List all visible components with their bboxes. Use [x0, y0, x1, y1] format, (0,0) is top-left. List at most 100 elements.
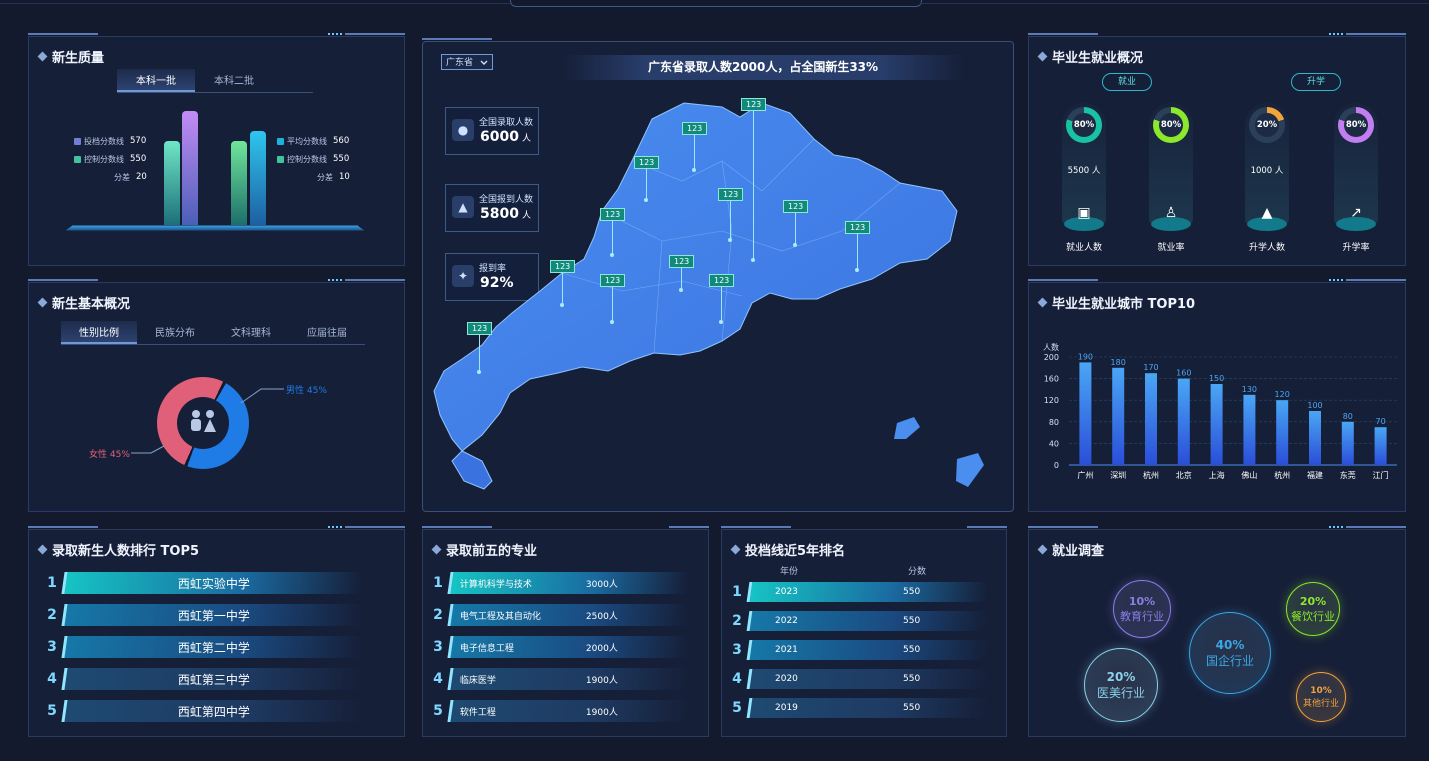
rank-bar: 电气工程及其自动化 2500人: [447, 604, 690, 626]
city-x-label: 江门: [1373, 470, 1389, 480]
major-rank-row[interactable]: 2 电气工程及其自动化 2500人: [427, 604, 690, 626]
city-x-label: 杭州: [1274, 470, 1290, 480]
bubble-label: 教育行业: [1120, 609, 1164, 623]
panel-title: 录取前五的专业: [431, 540, 537, 559]
school-rank-row[interactable]: 1 西虹实验中学: [41, 572, 364, 594]
map-region-island-1[interactable]: [894, 417, 920, 439]
map-region-island-2[interactable]: [956, 453, 984, 487]
school-rank-row[interactable]: 5 西虹第四中学: [41, 700, 364, 722]
school-name: 西虹第二中学: [177, 640, 250, 655]
rank-number: 5: [433, 703, 443, 719]
scoreline-row[interactable]: 1 2023 550: [726, 581, 989, 603]
school-rank-row[interactable]: 3 西虹第二中学: [41, 636, 364, 658]
map-tag-dot: [477, 370, 481, 374]
scoreline-score: 550: [903, 587, 921, 597]
school-rank-row[interactable]: 4 西虹第三中学: [41, 668, 364, 690]
map-tag-stem: [730, 200, 731, 240]
person-chart-icon: ♙: [1164, 205, 1178, 221]
rank-number: 4: [433, 671, 443, 687]
rank-bar: 电子信息工程 2000人: [447, 636, 690, 658]
major-rank-row[interactable]: 1 计算机科学与技术 3000人: [427, 572, 690, 594]
bubble-percent: 10%: [1310, 685, 1332, 696]
legend-item: 平均分数线 560: [277, 132, 367, 150]
city-x-label: 杭州: [1143, 470, 1159, 480]
city-bar[interactable]: [1341, 421, 1354, 465]
scoreline-row[interactable]: 5 2019 550: [726, 697, 989, 719]
scoreline-year: 2022: [775, 616, 798, 626]
map-tag-stem: [479, 334, 480, 372]
col-year-header: 年份: [780, 567, 799, 577]
major-count: 2500人: [586, 611, 618, 622]
map-region-leizhou[interactable]: [451, 450, 493, 490]
map-region-body[interactable]: [433, 102, 958, 452]
diamond-icon: [431, 544, 442, 555]
survey-bubble[interactable]: 10% 教育行业: [1113, 580, 1171, 638]
panel-student-basic: 新生基本概况 性别比例 民族分布 文科理科 应届往届 男性 45% 女性 45%: [28, 279, 405, 512]
rank-number: 1: [732, 584, 742, 600]
school-rank-row[interactable]: 2 西虹第一中学: [41, 604, 364, 626]
city-bar-value: 160: [1176, 369, 1191, 378]
city-bar[interactable]: [1079, 362, 1092, 465]
bubble-label: 国企行业: [1205, 653, 1254, 668]
panel-title: 新生质量: [37, 47, 104, 66]
rank-bar: 2019 550: [746, 698, 989, 718]
tab-batch-2[interactable]: 本科二批: [195, 69, 273, 92]
employment-button[interactable]: 就业: [1102, 73, 1152, 91]
city-bar[interactable]: [1145, 373, 1157, 465]
diamond-icon: [1037, 51, 1048, 62]
tab-batch-1[interactable]: 本科一批: [117, 69, 195, 92]
map-tag-stem: [612, 286, 613, 322]
city-bar[interactable]: [1112, 367, 1125, 465]
scoreline-row[interactable]: 3 2021 550: [726, 639, 989, 661]
rank-bar: 2023 550: [746, 582, 989, 602]
city-bar-value: 150: [1209, 374, 1224, 383]
survey-bubble[interactable]: 20% 餐饮行业: [1286, 582, 1340, 636]
panel-city-top10: 毕业生就业城市 TOP10 人数 200 160 120 80 40 0 190 广州 180 深圳…: [1028, 279, 1406, 512]
employment-label: 升学率: [1342, 243, 1370, 253]
y-tick-label: 120: [1044, 396, 1059, 405]
ring-percent: 20%: [1255, 113, 1279, 137]
bubble-percent: 40%: [1215, 637, 1245, 652]
city-bar[interactable]: [1243, 394, 1256, 465]
further-study-button[interactable]: 升学: [1291, 73, 1341, 91]
employment-ring: 80%: [1066, 107, 1102, 143]
major-name: 电子信息工程: [460, 643, 515, 654]
scoreline-row[interactable]: 4 2020 550: [726, 668, 989, 690]
growth-chart-icon: ↗: [1350, 205, 1362, 221]
survey-bubble[interactable]: 20% 医美行业: [1084, 648, 1158, 722]
legend-item: 控制分数线 550: [74, 150, 154, 168]
major-rank-row[interactable]: 4 临床医学 1900人: [427, 668, 690, 690]
scoreline-row[interactable]: 2 2022 550: [726, 610, 989, 632]
rank-number: 4: [47, 671, 57, 687]
major-rank-row[interactable]: 5 软件工程 1900人: [427, 700, 690, 722]
panel-survey: 就业调查 10% 教育行业 40% 国企行业 20% 餐饮行业 20% 医美行业 10% 其他行业: [1028, 526, 1406, 737]
left-legend: 投档分数线 570 控制分数线 550 分差 20: [74, 132, 154, 186]
major-rank-row[interactable]: 3 电子信息工程 2000人: [427, 636, 690, 658]
bar-base-platform: [65, 225, 365, 231]
survey-bubble[interactable]: 40% 国企行业: [1189, 612, 1271, 694]
rank-number: 3: [433, 639, 443, 655]
rank-number: 2: [732, 613, 742, 629]
scoreline-year: 2021: [775, 645, 798, 655]
right-legend: 平均分数线 560 控制分数线 550 分差 10: [277, 132, 367, 186]
bubble-label: 其他行业: [1302, 698, 1339, 709]
y-tick-label: 0: [1054, 461, 1059, 470]
map-tag-dot: [644, 198, 648, 202]
city-bar-value: 70: [1376, 417, 1386, 426]
city-bar[interactable]: [1276, 400, 1289, 465]
city-bar[interactable]: [1177, 378, 1190, 465]
rank-number: 5: [732, 700, 742, 716]
quality-tabs: 本科一批 本科二批: [117, 69, 313, 93]
scoreline-score: 550: [903, 645, 921, 655]
quality-bars: [164, 109, 274, 225]
bar-control-line-1: [164, 141, 180, 225]
city-bar[interactable]: [1210, 384, 1223, 465]
survey-bubble[interactable]: 10% 其他行业: [1296, 672, 1346, 722]
rank-bar: 西虹第四中学: [61, 700, 364, 722]
school-name: 西虹第四中学: [177, 704, 250, 719]
rank-bar: 西虹第二中学: [61, 636, 364, 658]
bubble-percent: 20%: [1299, 594, 1327, 608]
rank-number: 1: [433, 575, 443, 591]
city-bar[interactable]: [1374, 427, 1387, 465]
city-bar[interactable]: [1309, 411, 1321, 465]
